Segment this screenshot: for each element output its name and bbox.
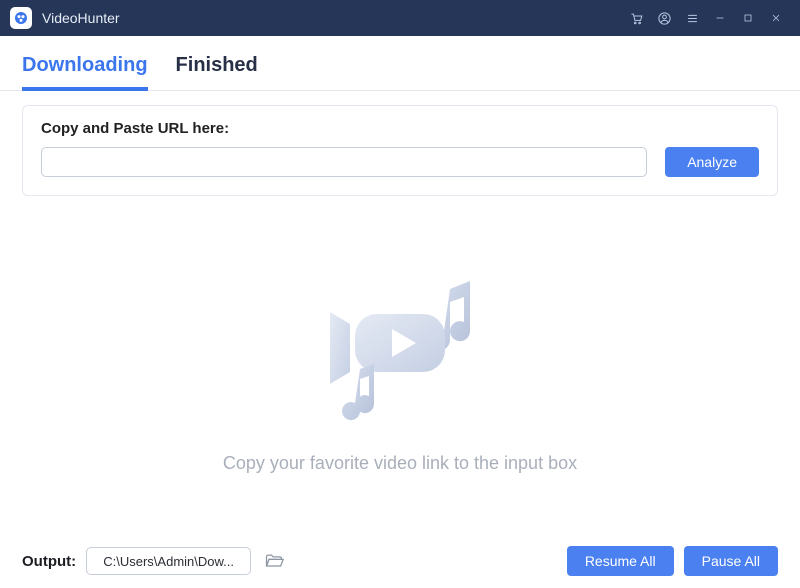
analyze-button[interactable]: Analyze bbox=[665, 147, 759, 177]
footer: Output: C:\Users\Admin\Dow... Resume All… bbox=[0, 536, 800, 588]
pause-all-button[interactable]: Pause All bbox=[684, 546, 778, 576]
output-path-field[interactable]: C:\Users\Admin\Dow... bbox=[86, 547, 251, 575]
url-label: Copy and Paste URL here: bbox=[41, 120, 759, 137]
tabs-row: Downloading Finished bbox=[0, 36, 800, 91]
menu-icon[interactable] bbox=[678, 0, 706, 36]
url-input[interactable] bbox=[41, 147, 647, 177]
resume-all-button[interactable]: Resume All bbox=[567, 546, 674, 576]
open-folder-icon[interactable] bbox=[261, 548, 287, 574]
url-card: Copy and Paste URL here: Analyze bbox=[22, 105, 778, 196]
minimize-icon[interactable] bbox=[706, 0, 734, 36]
close-icon[interactable] bbox=[762, 0, 790, 36]
titlebar: VideoHunter bbox=[0, 0, 800, 36]
tab-finished[interactable]: Finished bbox=[176, 54, 258, 91]
empty-illustration-icon bbox=[300, 269, 500, 439]
empty-state-message: Copy your favorite video link to the inp… bbox=[223, 453, 577, 474]
app-logo-icon bbox=[10, 7, 32, 29]
cart-icon[interactable] bbox=[622, 0, 650, 36]
account-icon[interactable] bbox=[650, 0, 678, 36]
url-row: Analyze bbox=[41, 147, 759, 177]
tab-downloading[interactable]: Downloading bbox=[22, 54, 148, 91]
output-label: Output: bbox=[22, 553, 76, 570]
app-title: VideoHunter bbox=[42, 10, 120, 26]
empty-state: Copy your favorite video link to the inp… bbox=[0, 196, 800, 536]
maximize-icon[interactable] bbox=[734, 0, 762, 36]
